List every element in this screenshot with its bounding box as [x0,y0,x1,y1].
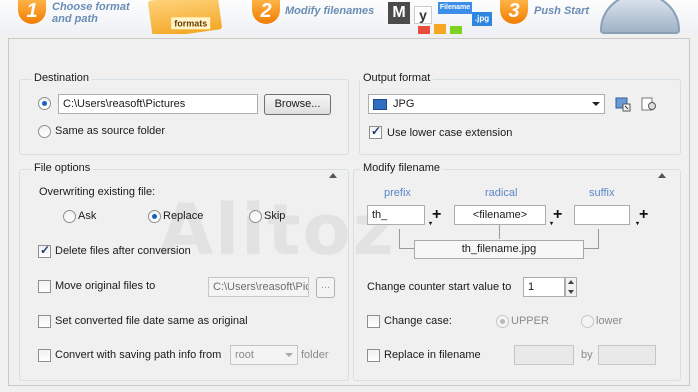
case-upper-label: UPPER [511,315,549,327]
path-info-source-select[interactable]: root [230,345,298,365]
counter-start-spinner[interactable] [565,277,577,297]
step-1-badge: 1 [18,0,46,24]
change-case-label: Change case: [384,315,452,327]
replace-in-filename-label: Replace in filename [384,349,481,361]
radical-label: radical [485,187,518,199]
move-original-label: Move original files to [55,280,156,292]
overwrite-ask-label: Ask [78,210,97,222]
chevron-down-icon [285,353,293,357]
convert-path-info-checkbox[interactable] [38,349,51,362]
modify-filename-title: Modify filename [360,162,444,174]
replace-find-input[interactable] [514,345,574,365]
chevron-down-icon [592,102,600,106]
radical-input[interactable]: <filename> [454,205,546,225]
destination-custom-radio[interactable] [38,97,51,110]
filename-preview: th_filename.jpg [414,240,584,259]
prefix-input[interactable]: th_ [367,205,425,225]
overwrite-skip-radio[interactable] [249,210,262,223]
output-format-group [359,79,681,155]
replace-by-label: by [581,349,593,361]
replace-in-filename-checkbox[interactable] [367,349,380,362]
suffix-label: suffix [589,187,615,199]
collapse-file-options-icon[interactable] [329,173,337,178]
file-options-title: File options [31,162,94,174]
radical-connector [499,225,500,239]
step-1-text: Choose format and path [52,1,130,25]
folder-label: folder [301,349,329,361]
delete-after-conversion-label: Delete files after conversion [55,245,191,257]
robot-mascot-image [600,0,680,34]
output-format-select[interactable]: JPG [368,94,605,114]
overwrite-replace-label: Replace [163,210,204,222]
prefix-insert-icon[interactable]: + ▾ [429,207,441,228]
step-3-badge: 3 [500,0,528,24]
counter-start-input[interactable]: 1 [523,277,565,297]
same-as-source-label: Same as source folder [55,125,166,137]
step-3-text: Push Start [534,5,590,17]
move-original-browse-button[interactable]: ... [316,277,335,298]
overwrite-replace-radio[interactable] [148,210,161,223]
set-file-date-checkbox[interactable] [38,315,51,328]
main-panel: Destination C:\Users\reasoft\Pictures Br… [8,38,690,386]
formats-folder-image: formats [147,0,223,34]
suffix-insert-icon[interactable]: + ▾ [636,207,648,228]
case-lower-label: lower [596,315,623,327]
prefix-label: prefix [384,187,411,199]
collapse-modify-filename-icon[interactable] [658,173,666,178]
image-format-icon [373,98,387,110]
convert-path-info-label: Convert with saving path info from [55,349,222,361]
radical-insert-icon[interactable]: + ▾ [550,207,562,228]
counter-start-label: Change counter start value to [367,281,512,293]
change-case-checkbox[interactable] [367,315,380,328]
overwriting-label: Overwriting existing file: [39,186,156,198]
delete-after-conversion-checkbox[interactable] [38,243,51,258]
set-file-date-label: Set converted file date same as original [55,315,248,327]
filename-tiles-image: M y Filename .jpg [388,0,498,34]
move-original-checkbox[interactable] [38,280,51,293]
format-settings-icon[interactable] [615,96,631,112]
wizard-banner: 1 Choose format and path formats 2 Modif… [0,0,698,34]
lower-case-extension-checkbox[interactable] [369,124,382,139]
same-as-source-radio[interactable] [38,125,51,138]
step-2-text: Modify filenames [285,5,375,17]
step-2-badge: 2 [252,0,280,24]
lower-case-extension-label: Use lower case extension [387,127,513,139]
replace-with-input[interactable] [598,345,656,365]
destination-title: Destination [31,72,93,84]
overwrite-ask-radio[interactable] [63,210,76,223]
move-original-path-input[interactable]: C:\Users\reasoft\Pic [208,277,309,297]
format-options-icon[interactable] [641,96,657,112]
overwrite-skip-label: Skip [264,210,286,222]
case-lower-radio[interactable] [581,315,594,328]
case-upper-radio[interactable] [496,315,509,328]
output-format-title: Output format [360,72,434,84]
suffix-input[interactable] [574,205,630,225]
browse-button[interactable]: Browse... [264,94,331,115]
destination-group [19,79,349,155]
destination-path-input[interactable]: C:\Users\reasoft\Pictures [58,94,258,114]
